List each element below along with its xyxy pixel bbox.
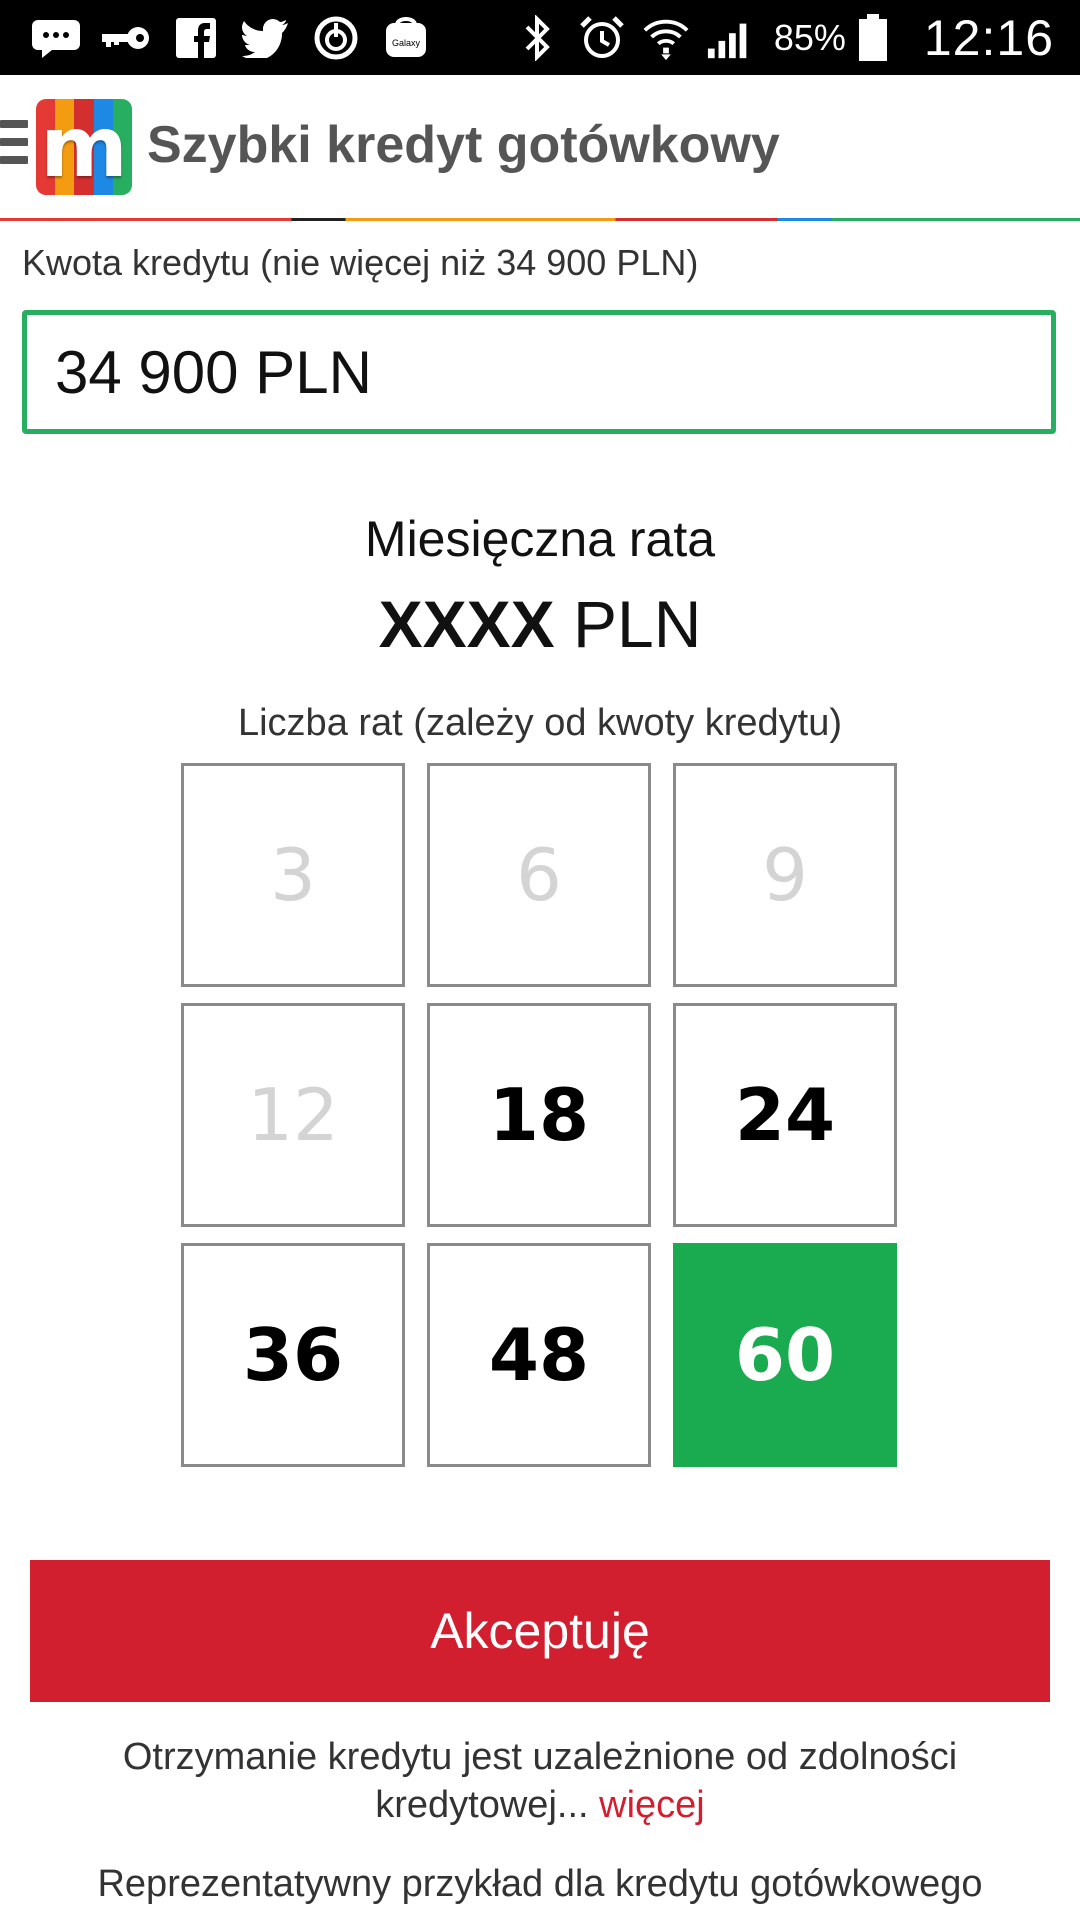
status-icons-left: Galaxy [30, 0, 450, 75]
battery-icon [856, 12, 890, 64]
amount-input[interactable] [22, 310, 1056, 434]
installment-option-9: 9 [673, 763, 897, 987]
monthly-rate-label: Miesięczna rata [364, 511, 716, 567]
credit-note: Otrzymanie kredytu jest uzależnione od z… [60, 1733, 1020, 1829]
messages-icon [30, 12, 82, 64]
installment-option-12: 12 [181, 1003, 405, 1227]
app-bar: m Szybki kredyt gotówkowy [0, 75, 1080, 220]
installment-option-36[interactable]: 36 [181, 1243, 405, 1467]
bluetooth-icon [514, 12, 562, 64]
monthly-rate-currency: PLN [573, 587, 702, 661]
credit-note-text: Otrzymanie kredytu jest uzależnione od z… [122, 1736, 958, 1826]
menu-icon[interactable] [0, 120, 28, 170]
status-bar: Galaxy 85% 12:16 [0, 0, 1080, 75]
accept-button[interactable]: Akceptuję [30, 1560, 1050, 1702]
wifi-icon [642, 12, 690, 64]
clock: 12:16 [923, 9, 1054, 66]
key-icon [100, 12, 152, 64]
alarm-icon [578, 12, 626, 64]
power-icon [310, 12, 362, 64]
amount-label: Kwota kredytu (nie więcej niż 34 900 PLN… [22, 242, 699, 283]
representative-example: Reprezentatywny przykład dla kredytu got… [97, 1863, 983, 1905]
galaxy-icon: Galaxy [380, 12, 432, 64]
installments-label: Liczba rat (zależy od kwoty kredytu) [237, 702, 842, 744]
installment-option-18[interactable]: 18 [427, 1003, 651, 1227]
app-logo: m [36, 99, 132, 195]
installment-option-3: 3 [181, 763, 405, 987]
galaxy-label: Galaxy [391, 37, 420, 48]
page-title: Szybki kredyt gotówkowy [147, 116, 780, 174]
signal-icon [706, 12, 754, 64]
facebook-icon [170, 12, 222, 64]
installment-option-6: 6 [427, 763, 651, 987]
header-divider [0, 218, 1080, 221]
installment-option-48[interactable]: 48 [427, 1243, 651, 1467]
monthly-rate-amount: XXXX [378, 587, 555, 661]
logo-letter: m [40, 99, 128, 195]
installments-grid: 3 6 9 12 18 24 36 48 60 [181, 763, 898, 1469]
status-icons-right: 85% 12:16 [498, 0, 1054, 75]
installment-option-60[interactable]: 60 [673, 1243, 897, 1467]
monthly-rate-value: XXXX PLN [0, 586, 1080, 662]
twitter-icon [240, 12, 292, 64]
more-link[interactable]: więcej [599, 1784, 705, 1826]
installment-option-24[interactable]: 24 [673, 1003, 897, 1227]
battery-percent: 85% [773, 16, 846, 58]
